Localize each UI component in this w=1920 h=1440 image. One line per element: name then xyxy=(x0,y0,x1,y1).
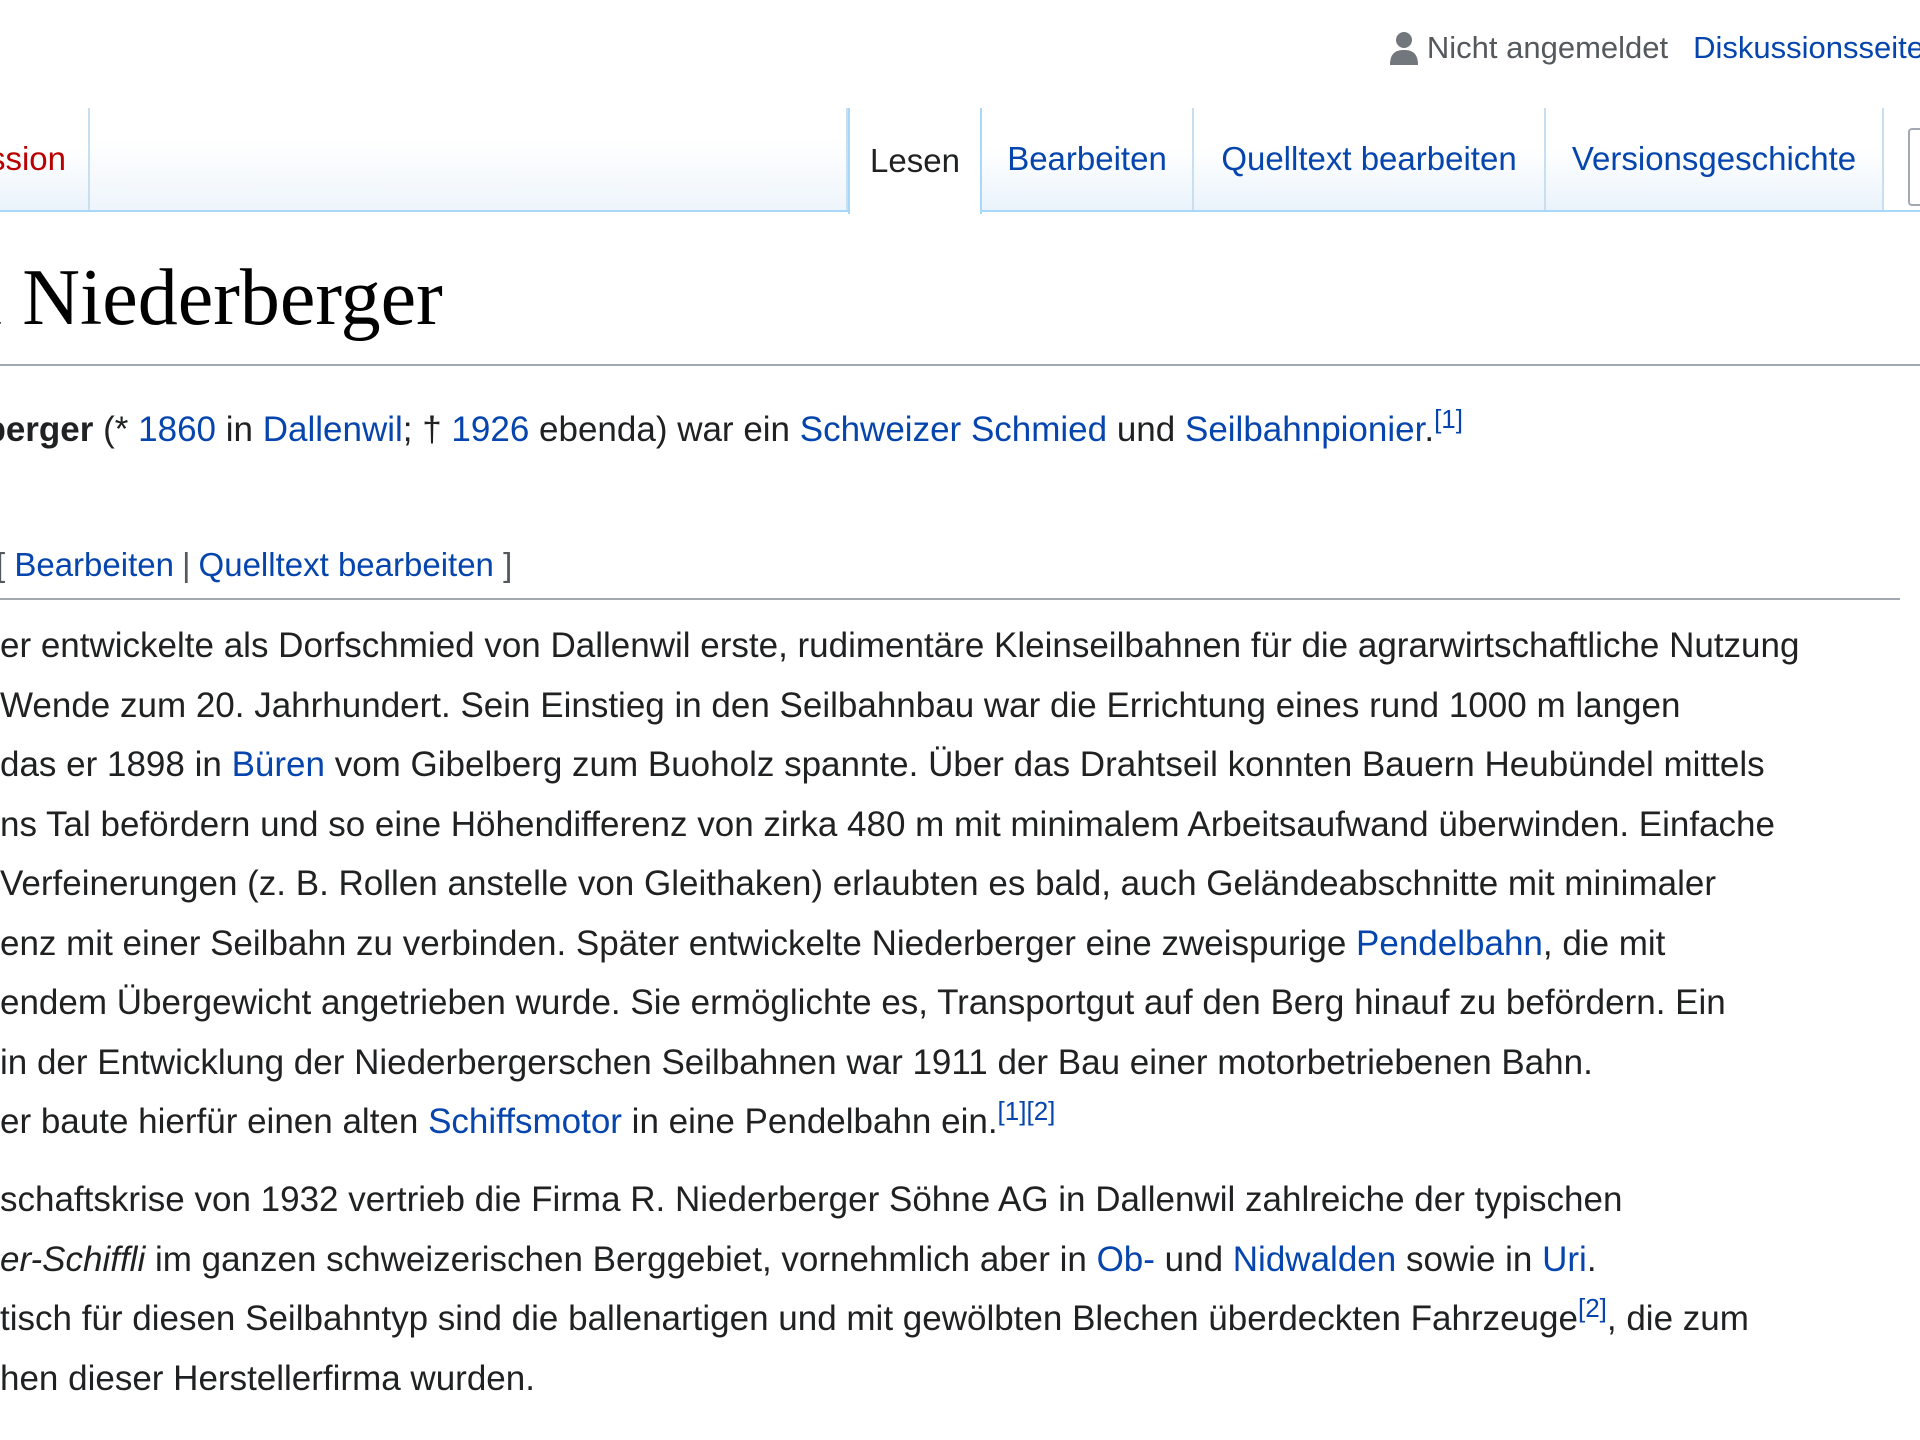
text-segment: , die zum xyxy=(1606,1299,1749,1338)
tab-discussion[interactable]: ssion xyxy=(0,108,90,210)
text-line: Verfeinerungen (z. B. Rollen anstelle vo… xyxy=(0,864,1716,903)
page-title: gi Niederberger xyxy=(0,254,443,342)
not-logged-in-label: Nicht angemeldet xyxy=(1426,30,1669,65)
section-divider xyxy=(0,598,1900,600)
paragraph-1: er entwickelte als Dorfschmied von Dalle… xyxy=(0,616,1799,1152)
nidwalden-link[interactable]: Nidwalden xyxy=(1233,1240,1396,1279)
tab-history[interactable]: Versionsgeschichte xyxy=(1546,108,1884,210)
text-line: schaftskrise von 1932 vertrieb die Firma… xyxy=(0,1180,1623,1219)
reference-1-link[interactable]: [1] xyxy=(998,1096,1027,1126)
personal-tools: Nicht angemeldet Diskussionsseite xyxy=(1389,26,1920,70)
text-segment: das er 1898 in xyxy=(0,745,232,784)
text-line: das er 1898 in Büren vom Gibelberg zum B… xyxy=(0,735,1799,795)
section-edit-link[interactable]: Bearbeiten xyxy=(14,546,174,583)
text-segment: er baute hierfür einen alten xyxy=(0,1102,429,1141)
tab-edit[interactable]: Bearbeiten xyxy=(982,108,1194,210)
lead-text: und xyxy=(1107,410,1185,449)
lead-text: . xyxy=(1424,410,1435,449)
lead-sentence: derberger (* 1860 in Dallenwil; † 1926 e… xyxy=(0,406,1463,450)
section-edit-links: [ Bearbeiten|Quelltext bearbeiten ] xyxy=(0,546,512,584)
text-line: Wende zum 20. Jahrhundert. Sein Einstieg… xyxy=(0,676,1799,736)
birth-year-link[interactable]: 1860 xyxy=(138,410,216,449)
reference-2-link[interactable]: [2] xyxy=(1026,1096,1055,1126)
text-segment: Wende zum 20. Jahrhundert. Sein Einstieg… xyxy=(0,685,1681,725)
pendelbahn-link[interactable]: Pendelbahn xyxy=(1356,924,1543,963)
search-input[interactable] xyxy=(1908,128,1920,206)
bueren-link[interactable]: Büren xyxy=(232,745,325,784)
tab-bar-spacer xyxy=(90,108,848,210)
schiffsmotor-link[interactable]: Schiffsmotor xyxy=(428,1102,622,1141)
talk-page-link[interactable]: Diskussionsseite xyxy=(1693,30,1920,66)
nationality-link[interactable]: Schweizer xyxy=(800,410,961,449)
text-segment: tisch für diesen Seilbahntyp sind die ba… xyxy=(0,1299,1578,1338)
subject-name: derberger xyxy=(0,410,94,449)
lead-text: ebenda) war ein xyxy=(529,410,800,449)
text-line: hen dieser Herstellerfirma wurden. xyxy=(0,1358,535,1398)
section-edit-separator: | xyxy=(181,546,191,583)
reference-1-link[interactable]: [1] xyxy=(1434,404,1463,434)
death-year-link[interactable]: 1926 xyxy=(451,410,529,449)
text-line: er baute hierfür einen alten Schiffsmoto… xyxy=(0,1092,1799,1152)
uri-link[interactable]: Uri xyxy=(1542,1240,1587,1279)
pioneer-link[interactable]: Seilbahnpionier xyxy=(1185,410,1424,449)
section-edit-source-link[interactable]: Quelltext bearbeiten xyxy=(199,546,494,583)
profession-link[interactable]: Schmied xyxy=(971,410,1107,449)
text-line: ns Tal befördern und so eine Höhendiffer… xyxy=(0,804,1775,844)
paragraph-2: schaftskrise von 1932 vertrieb die Firma… xyxy=(0,1170,1749,1408)
text-line: endem Übergewicht angetrieben wurde. Sie… xyxy=(0,983,1726,1022)
tab-bar: ssion Lesen Bearbeiten Quelltext bearbei… xyxy=(0,108,1920,214)
text-segment: enz mit einer Seilbahn zu verbinden. Spä… xyxy=(0,923,1357,963)
tab-edit-source[interactable]: Quelltext bearbeiten xyxy=(1194,108,1546,210)
italic-term: er-Schiffli xyxy=(0,1239,146,1279)
text-segment: und xyxy=(1154,1239,1233,1279)
text-line: er entwickelte als Dorfschmied von Dalle… xyxy=(0,626,1800,665)
obwalden-link[interactable]: Ob- xyxy=(1097,1240,1155,1279)
lead-text: in xyxy=(216,410,263,449)
user-icon xyxy=(1389,32,1418,65)
tab-read[interactable]: Lesen xyxy=(848,108,982,214)
text-segment: vom Gibelberg zum Buoholz spannte. Über … xyxy=(324,745,1765,784)
lead-text: ; † xyxy=(402,410,452,449)
text-line: enz mit einer Seilbahn zu verbinden. Spä… xyxy=(0,914,1799,974)
text-segment: , die mit xyxy=(1542,923,1666,963)
text-line: in der Entwicklung der Niederbergerschen… xyxy=(0,1042,1593,1082)
text-line: er-Schiffli im ganzen schweizerischen Be… xyxy=(0,1230,1749,1290)
reference-2-link[interactable]: [2] xyxy=(1578,1293,1607,1323)
title-divider xyxy=(0,364,1920,366)
lead-text xyxy=(961,410,971,449)
bracket-open: [ xyxy=(0,546,5,583)
text-segment: im ganzen schweizerischen Berggebiet, vo… xyxy=(145,1239,1097,1279)
text-segment: sowie in xyxy=(1396,1239,1543,1279)
text-segment: . xyxy=(1586,1239,1597,1279)
bracket-close: ] xyxy=(503,546,513,583)
lead-text: (* xyxy=(93,410,139,449)
text-line: tisch für diesen Seilbahntyp sind die ba… xyxy=(0,1289,1749,1349)
text-segment: in eine Pendelbahn ein. xyxy=(621,1102,998,1141)
birth-place-link[interactable]: Dallenwil xyxy=(263,410,403,449)
